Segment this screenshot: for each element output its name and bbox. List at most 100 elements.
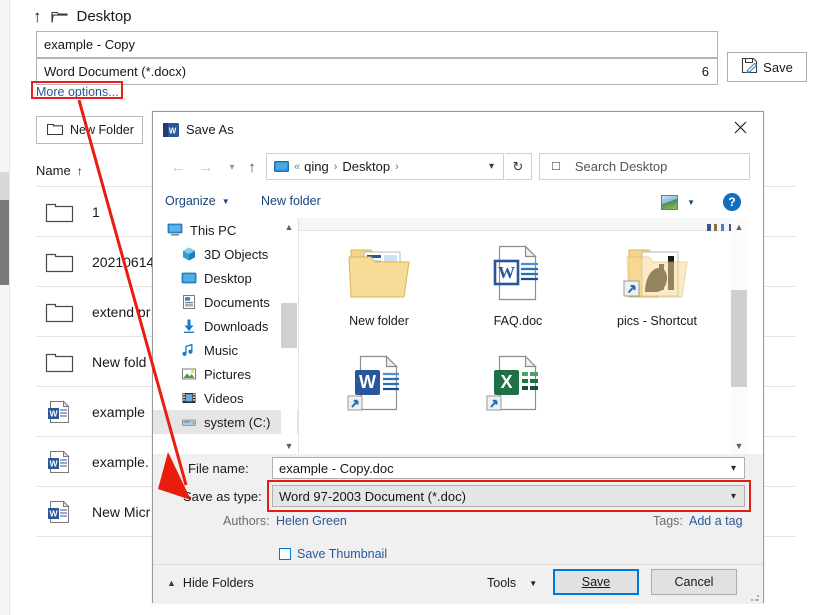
word-doc-icon: W <box>45 449 74 474</box>
sidebar-item-videos[interactable]: Videos <box>153 386 298 410</box>
excel-doc-icon: X <box>444 344 592 422</box>
svg-text:W: W <box>49 508 58 518</box>
checkbox-icon[interactable] <box>279 548 291 560</box>
documents-icon <box>181 294 197 310</box>
address-bar[interactable]: « qing › Desktop › ▾ <box>266 153 504 180</box>
word-doc-icon: W <box>444 234 592 312</box>
help-icon[interactable]: ? <box>723 193 741 211</box>
up-arrow-icon[interactable]: ↑ <box>33 8 42 25</box>
word-doc-icon: W <box>45 399 74 424</box>
save-thumbnail-checkbox[interactable]: Save Thumbnail <box>279 547 387 561</box>
chevron-down-icon[interactable]: ▾ <box>489 161 494 172</box>
sidebar-item-this-pc[interactable]: This PC <box>153 218 298 242</box>
add-a-tag-link[interactable]: Add a tag <box>689 514 743 528</box>
dialog-form: File name: example - Copy.doc ▾ Save as … <box>153 454 763 564</box>
new-folder-button[interactable]: New folder <box>261 194 321 208</box>
svg-text:X: X <box>500 372 512 392</box>
folder-icon <box>45 300 74 324</box>
backstage-scrollbar[interactable] <box>0 0 10 615</box>
sidebar-item-documents[interactable]: Documents <box>153 290 298 314</box>
chevron-right-icon: › <box>395 160 399 173</box>
backstage-save-button[interactable]: Save <box>727 52 807 82</box>
dialog-title-bar[interactable]: W Save As <box>153 112 763 148</box>
list-item[interactable]: W FAQ.doc <box>444 232 592 342</box>
word-doc-icon: W <box>305 344 453 422</box>
backstage-filename-value: example - Copy <box>44 37 136 52</box>
save-thumbnail-label: Save Thumbnail <box>297 547 388 561</box>
close-icon[interactable] <box>718 112 763 143</box>
scroll-up-icon[interactable]: ▲ <box>281 218 297 235</box>
sidebar-item-label: Documents <box>204 294 270 310</box>
organize-label: Organize <box>165 194 216 208</box>
chevron-down-icon[interactable]: ▾ <box>731 463 736 474</box>
list-item[interactable]: X <box>444 342 592 452</box>
scrollbar-thumb[interactable] <box>281 303 297 348</box>
authors-label: Authors: <box>223 514 270 528</box>
list-item-label: FAQ.doc <box>493 314 543 328</box>
scroll-up-icon[interactable]: ▲ <box>731 218 747 235</box>
backstage-new-folder-button[interactable]: New Folder <box>36 116 143 144</box>
address-segment-user[interactable]: qing <box>304 159 329 174</box>
save-button[interactable]: Save <box>553 569 639 595</box>
sidebar-item-desktop[interactable]: Desktop <box>153 266 298 290</box>
cancel-button-label: Cancel <box>674 575 714 589</box>
list-item[interactable]: W <box>305 342 453 452</box>
breadcrumb: ↑ Desktop <box>33 8 132 25</box>
hide-folders-button[interactable]: ▲ Hide Folders <box>167 576 254 590</box>
folder-icon <box>46 122 64 138</box>
tags-label: Tags: <box>653 514 683 528</box>
sidebar-item-music[interactable]: Music <box>153 338 298 362</box>
desktop-icon <box>181 270 197 286</box>
dialog-navigation-bar: ← → ▾ ↑ « qing › Desktop › ▾ ↻ ☐ Search … <box>153 148 763 187</box>
word-app-icon: W <box>163 122 179 138</box>
dialog-title-label: Save As <box>186 122 234 137</box>
drive-icon <box>181 414 197 430</box>
hide-folders-label: Hide Folders <box>182 576 254 590</box>
arrow-right-icon[interactable]: → <box>193 154 219 180</box>
scrollbar-thumb[interactable] <box>0 200 9 285</box>
organize-button[interactable]: Organize ▼ <box>165 194 230 208</box>
dialog-body: This PC 3D Objects Desktop Documents Dow… <box>153 218 763 454</box>
address-overflow-icon[interactable]: « <box>294 161 300 173</box>
sidebar-item-system-c[interactable]: system (C:) <box>153 410 298 434</box>
file-name: New fold <box>92 353 147 370</box>
view-layout-icon <box>661 195 679 210</box>
sidebar-item-pictures[interactable]: Pictures <box>153 362 298 386</box>
sort-ascending-icon: ↑ <box>76 163 83 178</box>
scroll-down-icon[interactable]: ▼ <box>281 437 297 454</box>
nav-tree-scrollbar[interactable]: ▲ ▼ <box>281 218 297 454</box>
tools-label: Tools <box>487 576 517 590</box>
backstage-filetype-value: Word Document (*.docx) <box>44 64 187 79</box>
cancel-button[interactable]: Cancel <box>651 569 737 595</box>
sidebar-item-downloads[interactable]: Downloads <box>153 314 298 338</box>
backstage-filename-input[interactable]: example - Copy <box>36 31 718 58</box>
sidebar-item-label: Desktop <box>204 270 252 286</box>
content-scrollbar[interactable]: ▲ ▼ <box>731 218 747 454</box>
save-as-dialog: W Save As ← → ▾ ↑ « qing › Desktop › ▾ ↻… <box>152 111 764 604</box>
save-as-type-label: Save as type: <box>183 489 262 504</box>
file-name: example <box>92 403 145 420</box>
backstage-filetype-count: 6 <box>701 64 709 79</box>
videos-icon <box>181 390 197 406</box>
backstage-filetype-select[interactable]: Word Document (*.docx) 6 <box>36 58 718 85</box>
tools-button[interactable]: Tools ▼ <box>487 576 537 590</box>
list-item[interactable]: New folder <box>305 232 453 342</box>
search-input[interactable]: ☐ Search Desktop <box>539 153 750 180</box>
folder-with-preview-icon <box>305 234 453 312</box>
arrow-up-icon[interactable]: ↑ <box>239 154 265 180</box>
file-name-input[interactable]: example - Copy.doc ▾ <box>272 457 745 479</box>
music-icon <box>181 342 197 358</box>
file-name-label: File name: <box>188 461 249 476</box>
arrow-left-icon[interactable]: ← <box>165 154 191 180</box>
file-name: example. <box>92 453 149 470</box>
list-item[interactable]: pics - Shortcut <box>583 232 731 342</box>
view-options-button[interactable]: ▼ <box>661 195 695 210</box>
refresh-icon[interactable]: ↻ <box>505 153 532 180</box>
scrollbar-thumb[interactable] <box>731 290 747 387</box>
authors-value[interactable]: Helen Green <box>276 514 347 528</box>
sidebar-item-3d-objects[interactable]: 3D Objects <box>153 242 298 266</box>
scroll-down-icon[interactable]: ▼ <box>731 437 747 454</box>
address-segment-desktop[interactable]: Desktop <box>342 159 390 174</box>
resize-grip[interactable] <box>750 592 760 602</box>
column-header-name[interactable]: Name ↑ <box>36 163 83 178</box>
